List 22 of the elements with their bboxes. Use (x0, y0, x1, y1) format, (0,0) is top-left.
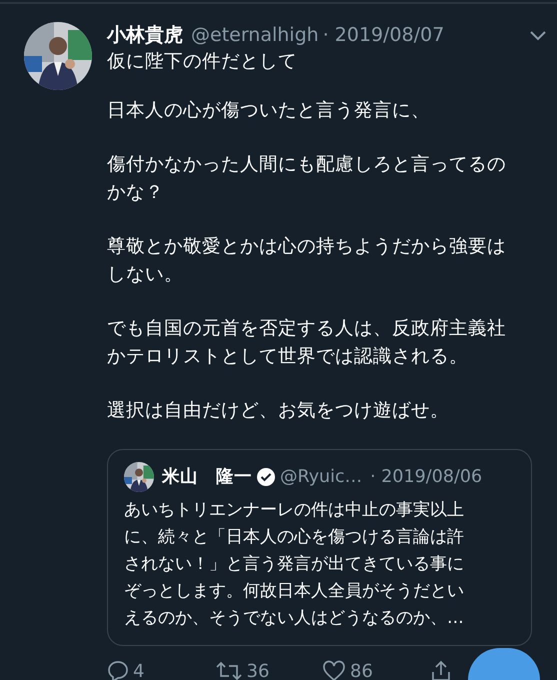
author-name[interactable]: 小林貴虎 (107, 22, 183, 48)
share-icon[interactable] (430, 660, 452, 680)
quoted-tweet-date: · 2019/08/06 (370, 466, 482, 488)
tweet-text: 尊敬とか敬愛とかは心の持ちようだから強要は しない。 (107, 235, 507, 286)
like-count: 86 (350, 660, 373, 680)
reply-icon[interactable] (107, 660, 129, 680)
quoted-tweet-text: あいちトリエンナーレの件は中止の事実以上 に、続々と「日本人の心を傷つける言論は許 されない！」と言う発言が出てきている事に ぞっとします。何故日本人全員がそうだとい えるのか、そうでない人はどうなるのか、… (124, 498, 465, 628)
tweet-text: 選択は自由だけど、お気をつけ遊ばせ。 (107, 399, 450, 423)
quoted-author-name: 米山 隆一 (162, 466, 252, 488)
chevron-down-icon[interactable] (529, 29, 547, 41)
retweet-count: 36 (246, 660, 270, 680)
retweet-icon[interactable] (214, 660, 242, 680)
heart-icon[interactable] (322, 660, 346, 680)
author-handle[interactable]: @eternalhigh (191, 22, 319, 48)
quoted-author-handle: @Ryuic… (280, 466, 362, 488)
quoted-tweet[interactable]: 米山 隆一 @Ryuic… · 2019/08/06 あいちトリエンナーレの件は中止の事実以上 に、続々と「日本人の心を傷つける言論は許 されない！」と言う発言が出てきている事に ぞっとします。何故日本人全員がそうだとい えるのか、そうでない人はどうなるのか、… (107, 448, 532, 646)
tweet-text: 仮に陛下の件だとして (107, 50, 298, 74)
tweet-text: 傷付かなかった人間にも配慮しろと言ってるの かな？ (107, 153, 507, 204)
tweet-date[interactable]: · 2019/08/07 (322, 22, 444, 48)
tweet-text: 日本人の心が傷ついたと言う発言に、 (107, 98, 431, 122)
reply-count: 4 (133, 660, 144, 680)
tweet-text: でも自国の元首を否定する人は、反政府主義社 かテロリストとして世界では認識される。 (107, 317, 507, 368)
